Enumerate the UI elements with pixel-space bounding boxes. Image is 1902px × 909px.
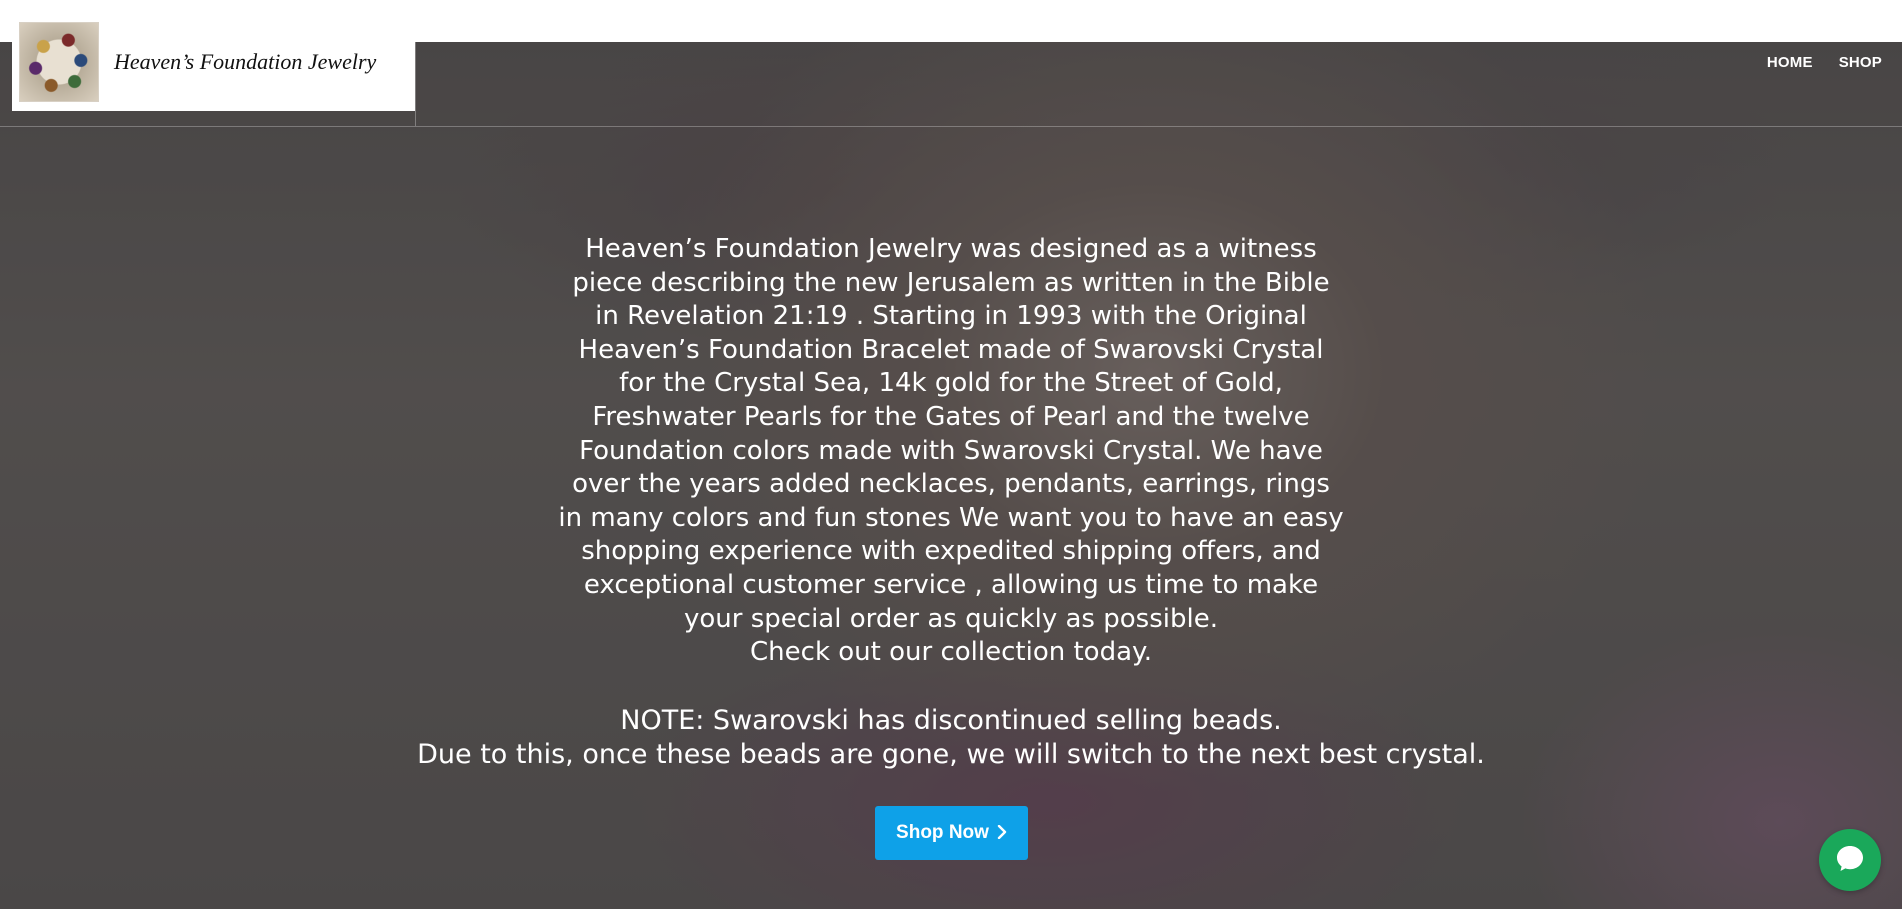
- intro-line: Check out our collection today.: [750, 637, 1152, 668]
- page: Heaven’s Foundation Jewelry HOME SHOP He…: [0, 0, 1902, 909]
- intro-line: your special order as quickly as possibl…: [684, 603, 1218, 634]
- shop-now-label: Shop Now: [896, 822, 989, 843]
- chat-widget-button[interactable]: [1819, 829, 1881, 891]
- intro-line: exceptional customer service , allowing …: [583, 569, 1319, 600]
- intro-line: for the Crystal Sea, 14k gold for the St…: [619, 368, 1283, 399]
- logo-text: Heaven’s Foundation Jewelry: [114, 48, 377, 74]
- logo-bracelet-image: [19, 21, 99, 102]
- header-divider: [0, 126, 1902, 127]
- chevron-right-icon: [997, 823, 1007, 843]
- intro-line: over the years added necklaces, pendants…: [572, 469, 1330, 500]
- chat-bubble-icon: [1834, 842, 1866, 878]
- site-logo[interactable]: Heaven’s Foundation Jewelry: [12, 12, 415, 111]
- intro-line: piece describing the new Jerusalem as wr…: [572, 267, 1330, 298]
- intro-paragraph: Heaven’s Foundation Jewelry was designed…: [511, 233, 1391, 670]
- intro-line: Heaven’s Foundation Jewelry was designed…: [585, 234, 1317, 264]
- intro-line: Heaven’s Foundation Bracelet made of Swa…: [578, 334, 1324, 365]
- main-nav: HOME SHOP: [1767, 54, 1882, 71]
- nav-shop-link[interactable]: SHOP: [1839, 54, 1882, 71]
- note-line-1: NOTE: Swarovski has discontinued selling…: [620, 704, 1282, 736]
- intro-line: Foundation colors made with Swarovski Cr…: [579, 435, 1323, 466]
- logo-divider: [415, 42, 416, 126]
- intro-line: Freshwater Pearls for the Gates of Pearl…: [592, 401, 1310, 432]
- note-line-2: Due to this, once these beads are gone, …: [417, 738, 1485, 770]
- intro-line: in Revelation 21:19 . Starting in 1993 w…: [595, 301, 1307, 332]
- nav-home-link[interactable]: HOME: [1767, 54, 1813, 71]
- discontinued-note: NOTE: Swarovski has discontinued selling…: [0, 704, 1902, 772]
- hero-content: Heaven’s Foundation Jewelry was designed…: [0, 233, 1902, 772]
- intro-line: in many colors and fun stones We want yo…: [558, 502, 1344, 533]
- intro-line: shopping experience with expedited shipp…: [581, 536, 1321, 567]
- shop-now-button[interactable]: Shop Now: [875, 806, 1028, 860]
